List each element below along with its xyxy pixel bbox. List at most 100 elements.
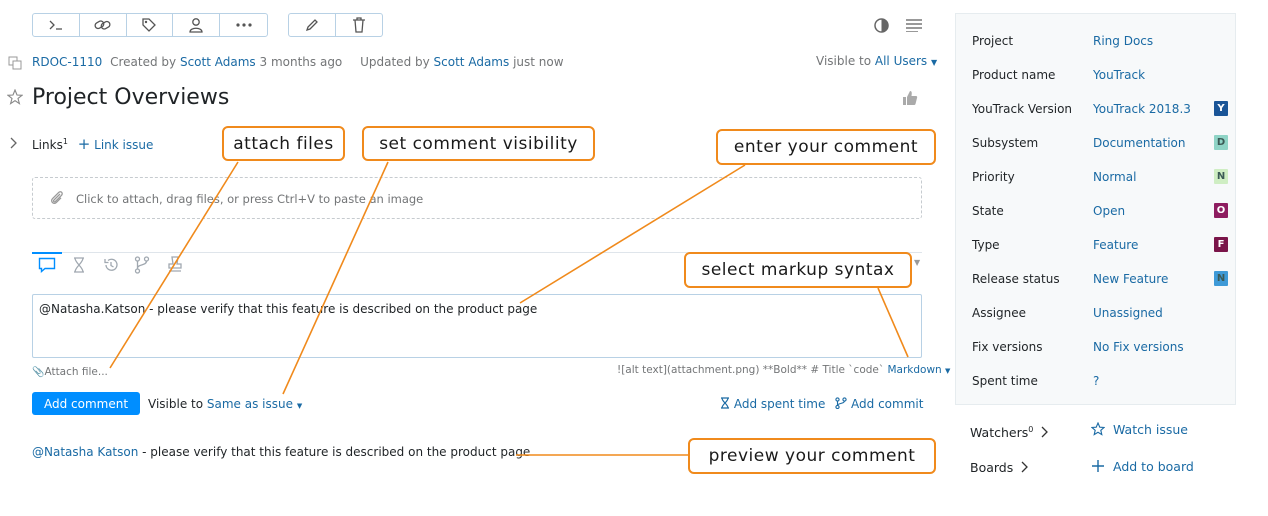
field-row: YouTrack Version YouTrack 2018.3 Y	[972, 101, 1228, 122]
tag-button[interactable]	[127, 14, 174, 36]
updated-prefix: Updated by	[360, 55, 430, 69]
links-section: Links1 + Link issue	[32, 135, 153, 153]
watch-star-icon	[1090, 421, 1106, 436]
attach-file-link[interactable]: 📎Attach file...	[32, 366, 108, 378]
assign-button[interactable]	[173, 14, 221, 36]
chevron-right-icon[interactable]	[10, 137, 18, 149]
link-icon	[94, 20, 111, 30]
link-issue-button[interactable]: Link issue	[94, 138, 153, 152]
field-label: Spent time	[972, 374, 1038, 388]
visibility-prefix: Visible to	[816, 54, 872, 68]
trash-icon	[352, 17, 365, 33]
field-color-badge: Y	[1214, 101, 1228, 116]
comment-textarea[interactable]: @Natasha.Katson - please verify that thi…	[32, 294, 922, 358]
delete-button[interactable]	[336, 14, 383, 36]
issue-toolbar	[32, 13, 268, 37]
history-tab-icon[interactable]	[103, 257, 119, 273]
field-row: Product name YouTrack	[972, 68, 1222, 88]
add-commit-link[interactable]: Add commit	[851, 397, 923, 411]
link-button[interactable]	[80, 14, 127, 36]
creator-link[interactable]: Scott Adams	[180, 55, 256, 69]
markup-chevron-down-icon: ▼	[945, 367, 951, 375]
stamp-tab-icon[interactable]	[167, 256, 183, 274]
issue-title[interactable]: Project Overviews	[32, 85, 229, 110]
watch-issue-button[interactable]: Watch issue	[1090, 421, 1188, 437]
field-label: Assignee	[972, 306, 1027, 320]
field-row: State Open O	[972, 203, 1228, 224]
callout-enter-comment: enter your comment	[716, 129, 936, 165]
markup-selector[interactable]: ![alt text](attachment.png) **Bold** # T…	[617, 364, 950, 376]
active-tab-indicator	[32, 252, 62, 254]
watch-issue-label: Watch issue	[1113, 422, 1188, 437]
watchers-label: Watchers	[970, 425, 1029, 441]
field-value[interactable]: Ring Docs	[1093, 34, 1153, 48]
tabs-chevron-down-icon[interactable]: ▼	[914, 258, 920, 267]
theme-toggle-icon[interactable]	[873, 17, 890, 34]
field-color-badge: O	[1214, 203, 1228, 218]
edit-button[interactable]	[289, 14, 336, 36]
updater-link[interactable]: Scott Adams	[434, 55, 510, 69]
field-value[interactable]: Open	[1093, 204, 1125, 218]
field-row: Project Ring Docs	[972, 34, 1222, 54]
add-spent-time-link[interactable]: Add spent time	[734, 397, 826, 411]
field-color-badge: D	[1214, 135, 1228, 150]
links-label[interactable]: Links	[32, 138, 63, 152]
field-value[interactable]: Feature	[1093, 238, 1138, 252]
field-value[interactable]: YouTrack	[1093, 68, 1145, 82]
preview-mention[interactable]: @Natasha Katson	[32, 445, 138, 459]
updated-time: just now	[513, 55, 564, 69]
field-row: Spent time?	[972, 374, 1222, 394]
issue-id[interactable]: RDOC-1110	[32, 55, 102, 69]
field-value[interactable]: ?	[1093, 374, 1099, 388]
visibility-value[interactable]: All Users	[875, 54, 927, 68]
callout-markup-syntax: select markup syntax	[684, 252, 912, 288]
field-color-badge: N	[1214, 271, 1228, 286]
hourglass-tab-icon[interactable]	[72, 257, 86, 273]
more-icon	[235, 23, 252, 27]
command-icon	[49, 20, 62, 30]
callout-attach-files: attach files	[222, 126, 345, 161]
field-row: Fix versions No Fix versions	[972, 340, 1222, 360]
comment-actions: Add spent time Add commit	[720, 397, 923, 411]
attach-dropzone[interactable]: Click to attach, drag files, or press Ct…	[32, 177, 922, 219]
watchers-toggle[interactable]: Watchers0	[970, 425, 1049, 440]
boards-toggle[interactable]: Boards	[970, 460, 1029, 475]
field-label: Product name	[972, 68, 1056, 82]
user-icon	[189, 18, 203, 33]
field-label: State	[972, 204, 1004, 218]
field-row: Assignee Unassigned	[972, 306, 1222, 326]
chevron-down-icon: ▼	[931, 58, 938, 67]
comment-visibility[interactable]: Visible to Same as issue ▼	[148, 397, 302, 411]
star-icon[interactable]	[7, 89, 23, 105]
field-value[interactable]: Documentation	[1093, 136, 1186, 150]
comment-visibility-value[interactable]: Same as issue	[207, 397, 293, 411]
markup-value[interactable]: Markdown	[887, 364, 941, 376]
field-value[interactable]: Normal	[1093, 170, 1136, 184]
comment-tab-icon[interactable]	[38, 257, 56, 273]
field-value[interactable]: New Feature	[1093, 272, 1168, 286]
field-label: Priority	[972, 170, 1015, 184]
created-time: 3 months ago	[259, 55, 343, 69]
field-value[interactable]: YouTrack 2018.3	[1093, 102, 1191, 116]
field-value[interactable]: No Fix versions	[1093, 340, 1184, 354]
comment-text: @Natasha.Katson - please verify that thi…	[39, 302, 538, 316]
add-board-plus-icon	[1092, 460, 1104, 472]
add-to-board-button[interactable]: Add to board	[1091, 459, 1194, 474]
comment-visibility-prefix: Visible to	[148, 397, 204, 411]
issue-fields-panel: Project Ring Docs Product name YouTrack YouT…	[955, 13, 1236, 405]
more-button[interactable]	[220, 14, 267, 36]
vote-icon[interactable]	[902, 90, 918, 106]
comment-visibility-chevron-down-icon: ▼	[296, 402, 303, 410]
watchers-chevron-right-icon	[1041, 426, 1049, 438]
edit-toolbar	[288, 13, 383, 37]
tag-icon	[142, 18, 157, 32]
add-comment-button[interactable]: Add comment	[32, 392, 140, 415]
issue-visibility[interactable]: Visible to All Users ▼	[816, 54, 937, 68]
boards-label: Boards	[970, 460, 1014, 475]
command-button[interactable]	[33, 14, 80, 36]
vcs-tab-icon[interactable]	[134, 256, 150, 274]
list-view-icon[interactable]	[905, 18, 923, 32]
preview-text: - please verify that this feature is des…	[138, 445, 531, 459]
field-value[interactable]: Unassigned	[1093, 306, 1163, 320]
field-label: Release status	[972, 272, 1060, 286]
